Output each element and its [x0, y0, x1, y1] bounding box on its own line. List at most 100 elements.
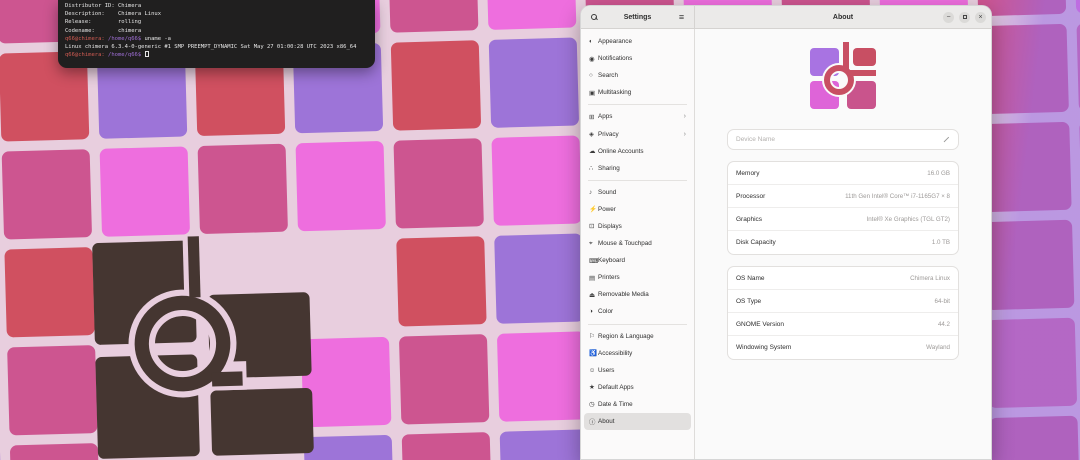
- sidebar-separator: [588, 323, 687, 325]
- terminal-window[interactable]: Distributor ID: Chimera Description: Chi…: [58, 0, 375, 68]
- info-label: Processor: [736, 192, 766, 200]
- sidebar-item-label: Default Apps: [598, 383, 634, 391]
- wallpaper-tile: [989, 415, 1080, 460]
- sidebar-item-label: Region & Language: [598, 332, 654, 340]
- accessibility-icon: ♿: [589, 350, 597, 358]
- sidebar-item-mouse-touchpad[interactable]: ⌖ Mouse & Touchpad: [584, 235, 691, 252]
- chevron-right-icon: ›: [683, 130, 686, 138]
- sidebar-item-label: Color: [598, 308, 614, 316]
- sidebar-item-displays[interactable]: ⊡ Displays: [584, 218, 691, 235]
- sidebar-item-users[interactable]: ☺ Users: [584, 362, 691, 379]
- window-body: ◐ Appearance ◉ Notifications ○ Search ▣ Multita…: [581, 29, 991, 459]
- info-label: GNOME Version: [736, 320, 785, 328]
- os-info-card: OS Name Chimera Linux OS Type 64-bit GNOME V…: [727, 266, 959, 360]
- sidebar-item-region-language[interactable]: ⚐ Region & Language: [584, 328, 691, 345]
- info-label: OS Name: [736, 274, 765, 282]
- sidebar-item-label: Power: [598, 205, 616, 213]
- search-button[interactable]: [587, 11, 600, 24]
- sidebar-item-search[interactable]: ○ Search: [584, 67, 691, 84]
- sidebar-item-sound[interactable]: ♪ Sound: [584, 184, 691, 201]
- sidebar-item-label: Notifications: [598, 55, 633, 63]
- online-accounts-icon: ☁: [589, 148, 596, 156]
- search-icon: [590, 14, 597, 20]
- sidebar-item-sharing[interactable]: ∴ Sharing: [584, 160, 691, 177]
- sidebar-item-online-accounts[interactable]: ☁ Online Accounts: [584, 143, 691, 160]
- device-name-placeholder: Device Name: [736, 136, 776, 143]
- minimize-button[interactable]: −: [943, 11, 954, 23]
- headerbar: Settings ≡ About − ×: [581, 6, 991, 29]
- headerbar-content-section: About − ×: [695, 6, 991, 28]
- sidebar-item-label: Apps: [598, 113, 613, 121]
- wallpaper-tile: [986, 317, 1078, 409]
- printers-icon: ▤: [589, 274, 596, 282]
- sidebar-item-accessibility[interactable]: ♿ Accessibility: [584, 345, 691, 362]
- displays-icon: ⊡: [589, 223, 595, 231]
- window-title: Settings: [623, 13, 652, 21]
- sidebar-item-label: Printers: [598, 274, 620, 282]
- device-name-row[interactable]: Device Name: [727, 129, 959, 150]
- wallpaper-tile: [1, 149, 93, 240]
- close-button[interactable]: ×: [975, 11, 986, 23]
- info-value: Wayland: [926, 344, 950, 351]
- info-row-windowing-system: Windowing System Wayland: [728, 336, 958, 359]
- sidebar-item-notifications[interactable]: ◉ Notifications: [584, 50, 691, 67]
- sidebar-item-appearance[interactable]: ◐ Appearance: [584, 33, 691, 50]
- info-value: 1.0 TB: [931, 239, 950, 246]
- sidebar-item-label: Online Accounts: [598, 147, 644, 155]
- users-icon: ☺: [589, 366, 596, 374]
- wallpaper-tile: [390, 40, 482, 131]
- info-row-graphics: Graphics Intel® Xe Graphics (TGL GT2): [728, 208, 958, 231]
- sidebar-item-label: Sharing: [598, 164, 620, 172]
- sidebar-item-label: Users: [598, 366, 615, 374]
- about-panel: Device Name Memory 16.0 GB Processor 11th G…: [695, 29, 991, 459]
- wallpaper-tile: [4, 247, 95, 338]
- sidebar-item-power[interactable]: ⚡ Power: [584, 201, 691, 218]
- wallpaper-tile: [393, 138, 484, 229]
- sidebar-item-printers[interactable]: ▤ Printers: [584, 269, 691, 286]
- sidebar-item-default-apps[interactable]: ★ Default Apps: [584, 379, 691, 396]
- default-apps-icon: ★: [589, 384, 595, 392]
- sidebar-item-removable-media[interactable]: ⏏ Removable Media: [584, 286, 691, 303]
- wallpaper-tile: [499, 429, 591, 460]
- apps-icon: ⊞: [589, 113, 595, 121]
- wallpaper-tile: [9, 443, 101, 460]
- wallpaper-tile: [295, 140, 386, 232]
- info-value: Chimera Linux: [910, 274, 950, 282]
- wallpaper-tile: [396, 236, 487, 327]
- chevron-right-icon: ›: [683, 113, 686, 121]
- info-label: Graphics: [736, 215, 763, 223]
- wallpaper-tile: [401, 432, 493, 460]
- sidebar-item-label: Keyboard: [598, 257, 625, 265]
- info-label: Memory: [736, 169, 760, 177]
- info-row-os-name: OS Name Chimera Linux: [728, 267, 958, 290]
- main-menu-button[interactable]: ≡: [675, 11, 688, 24]
- info-value: 44.2: [937, 320, 950, 328]
- sidebar-item-color[interactable]: ◑ Color: [584, 303, 691, 320]
- info-value: Intel® Xe Graphics (TGL GT2): [866, 215, 950, 223]
- info-label: Disk Capacity: [736, 239, 776, 246]
- wallpaper-tile: [197, 143, 288, 235]
- settings-window[interactable]: Settings ≡ About − × ◐ Appearance ◉ Notific…: [580, 5, 992, 460]
- info-value: 64-bit: [934, 297, 950, 305]
- region-language-icon: ⚐: [589, 333, 595, 341]
- sidebar-item-keyboard[interactable]: ⌨ Keyboard: [584, 252, 691, 269]
- sidebar-item-label: Multitasking: [598, 89, 632, 97]
- about-icon: ⓘ: [589, 419, 596, 427]
- maximize-button[interactable]: [959, 11, 970, 23]
- sidebar-item-label: Privacy: [598, 130, 619, 138]
- info-value: 16.0 GB: [927, 169, 950, 177]
- sidebar-item-label: Removable Media: [598, 291, 649, 299]
- sidebar-item-label: Appearance: [598, 38, 632, 46]
- sidebar-item-date-time[interactable]: ◷ Date & Time: [584, 396, 691, 413]
- chimera-wallpaper-logo: [92, 235, 314, 459]
- hamburger-icon: ≡: [678, 11, 685, 22]
- sidebar-item-label: Displays: [598, 222, 622, 230]
- sidebar-item-privacy[interactable]: ◈ Privacy ›: [584, 125, 691, 142]
- sidebar-item-apps[interactable]: ⊞ Apps ›: [584, 108, 691, 125]
- sidebar-item-about[interactable]: ⓘ About: [584, 412, 691, 431]
- edit-icon[interactable]: [942, 136, 950, 144]
- sidebar-separator: [588, 179, 687, 181]
- info-row-processor: Processor 11th Gen Intel® Core™ i7-1165G7…: [728, 185, 958, 208]
- sidebar-item-multitasking[interactable]: ▣ Multitasking: [584, 84, 691, 101]
- info-label: OS Type: [736, 297, 762, 305]
